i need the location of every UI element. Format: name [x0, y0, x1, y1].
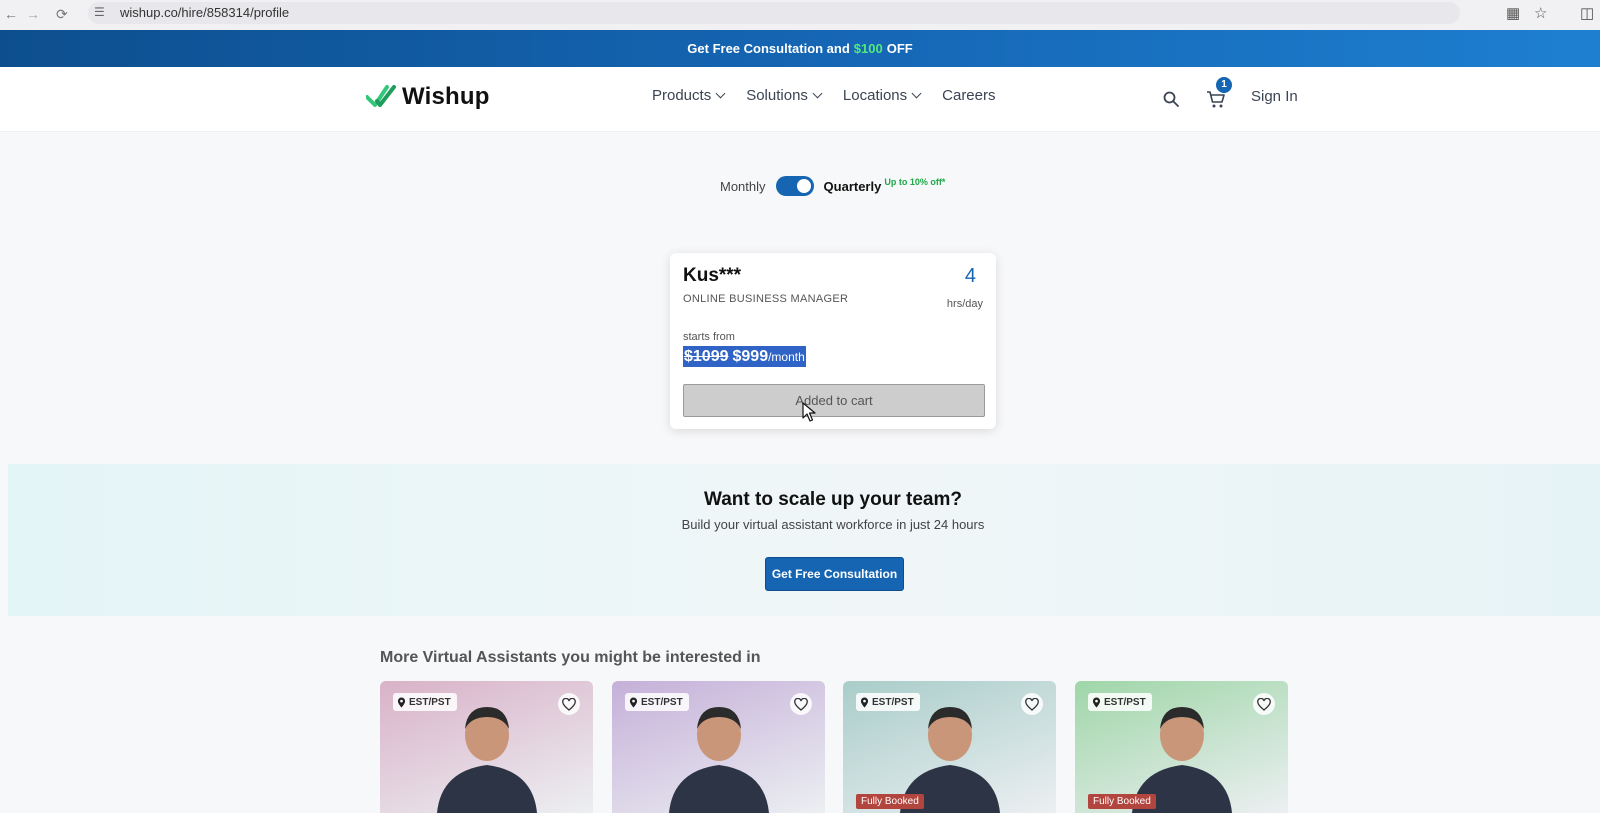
star-icon[interactable]: ☆ — [1534, 4, 1547, 22]
assistant-photo — [436, 707, 537, 813]
main-nav: Products Solutions Locations Careers — [652, 87, 996, 104]
location-pin-icon — [397, 697, 406, 707]
forward-arrow-icon[interactable]: → — [26, 5, 40, 23]
get-free-consultation-button[interactable]: Get Free Consultation — [765, 557, 904, 591]
hours-value: 4 — [964, 265, 976, 287]
logo-text: Wishup — [402, 83, 490, 110]
timezone-badge: EST/PST — [1088, 693, 1152, 711]
timezone-badge: EST/PST — [625, 693, 689, 711]
address-bar[interactable]: ☰ wishup.co/hire/858314/profile — [88, 2, 1460, 24]
assistant-role: ONLINE BUSINESS MANAGER — [683, 293, 849, 305]
price-period: /month — [768, 350, 805, 364]
va-card[interactable]: EST/PST — [612, 681, 825, 813]
monthly-label[interactable]: Monthly — [720, 179, 766, 194]
site-info-icon[interactable]: ☰ — [94, 5, 105, 19]
location-pin-icon — [629, 697, 638, 707]
timezone-label: EST/PST — [872, 696, 914, 708]
reload-icon[interactable]: ⟳ — [56, 5, 68, 23]
assistant-name: Kus*** — [683, 265, 742, 286]
back-arrow-icon[interactable]: ← — [4, 5, 18, 23]
va-card[interactable]: EST/PST — [380, 681, 593, 813]
extensions-icon[interactable]: ◫ — [1580, 4, 1594, 22]
nav-products[interactable]: Products — [652, 87, 726, 104]
va-card[interactable]: EST/PST Fully Booked — [1075, 681, 1288, 813]
old-price: $1099 — [684, 348, 729, 365]
promo-text: Get Free Consultation and — [687, 41, 850, 56]
site-header: Wishup Products Solutions Locations Care… — [0, 67, 1600, 132]
cursor-icon — [802, 402, 816, 422]
assistant-photo — [668, 707, 769, 813]
location-pin-icon — [1092, 697, 1101, 707]
added-to-cart-button[interactable]: Added to cart — [683, 384, 985, 417]
hours-unit: hrs/day — [946, 298, 983, 310]
timezone-label: EST/PST — [1104, 696, 1146, 708]
logo[interactable]: Wishup — [366, 83, 490, 111]
nav-careers-label: Careers — [942, 87, 996, 104]
more-assistants-title: More Virtual Assistants you might be int… — [380, 649, 761, 666]
timezone-badge: EST/PST — [393, 693, 457, 711]
fully-booked-badge: Fully Booked — [856, 794, 924, 809]
promo-text-end: OFF — [886, 41, 913, 56]
billing-switch[interactable] — [775, 176, 814, 196]
fully-booked-badge: Fully Booked — [1088, 794, 1156, 809]
scale-subtitle: Build your virtual assistant workforce i… — [681, 517, 985, 532]
promo-amount: $100 — [853, 41, 883, 56]
promo-banner[interactable]: Get Free Consultation and $100 OFF — [0, 30, 1600, 67]
search-icon[interactable] — [1163, 91, 1179, 107]
favorite-button[interactable] — [558, 693, 580, 715]
nav-locations[interactable]: Locations — [842, 87, 922, 104]
scale-team-section — [8, 464, 1600, 616]
chevron-down-icon — [812, 88, 823, 99]
discount-note: Up to 10% off* — [884, 177, 946, 187]
favorite-button[interactable] — [1253, 693, 1275, 715]
install-icon[interactable]: ▦ — [1506, 4, 1520, 22]
heart-icon — [794, 697, 808, 711]
quarterly-label[interactable]: Quarterly — [824, 179, 882, 194]
heart-icon — [1025, 697, 1039, 711]
switch-knob — [796, 179, 811, 193]
location-pin-icon — [860, 697, 869, 707]
cart-count-badge: 1 — [1216, 77, 1232, 93]
favorite-button[interactable] — [1021, 693, 1043, 715]
logo-check-icon — [366, 85, 396, 107]
new-price: $999 — [732, 348, 769, 365]
timezone-label: EST/PST — [409, 696, 451, 708]
profile-card: Kus*** ONLINE BUSINESS MANAGER 4 hrs/day… — [670, 253, 996, 429]
va-card[interactable]: EST/PST Fully Booked — [843, 681, 1056, 813]
favorite-button[interactable] — [790, 693, 812, 715]
url-text[interactable]: wishup.co/hire/858314/profile — [120, 5, 289, 20]
scale-title: Want to scale up your team? — [704, 489, 962, 510]
browser-toolbar: ← → ⟳ ☰ wishup.co/hire/858314/profile ▦ … — [0, 0, 1600, 31]
nav-products-label: Products — [652, 87, 712, 104]
chevron-down-icon — [911, 88, 922, 99]
chevron-down-icon — [715, 88, 726, 99]
timezone-badge: EST/PST — [856, 693, 920, 711]
heart-icon — [562, 697, 576, 711]
nav-careers[interactable]: Careers — [942, 87, 995, 104]
nav-locations-label: Locations — [842, 87, 908, 104]
sign-in-link[interactable]: Sign In — [1251, 88, 1298, 105]
nav-solutions-label: Solutions — [746, 87, 808, 104]
timezone-label: EST/PST — [641, 696, 683, 708]
starts-from-label: starts from — [683, 331, 735, 343]
nav-solutions[interactable]: Solutions — [746, 87, 823, 104]
price-selection: $1099 $999 /month — [683, 346, 806, 367]
heart-icon — [1257, 697, 1271, 711]
billing-toggle: Monthly Quarterly Up to 10% off* — [720, 175, 945, 197]
